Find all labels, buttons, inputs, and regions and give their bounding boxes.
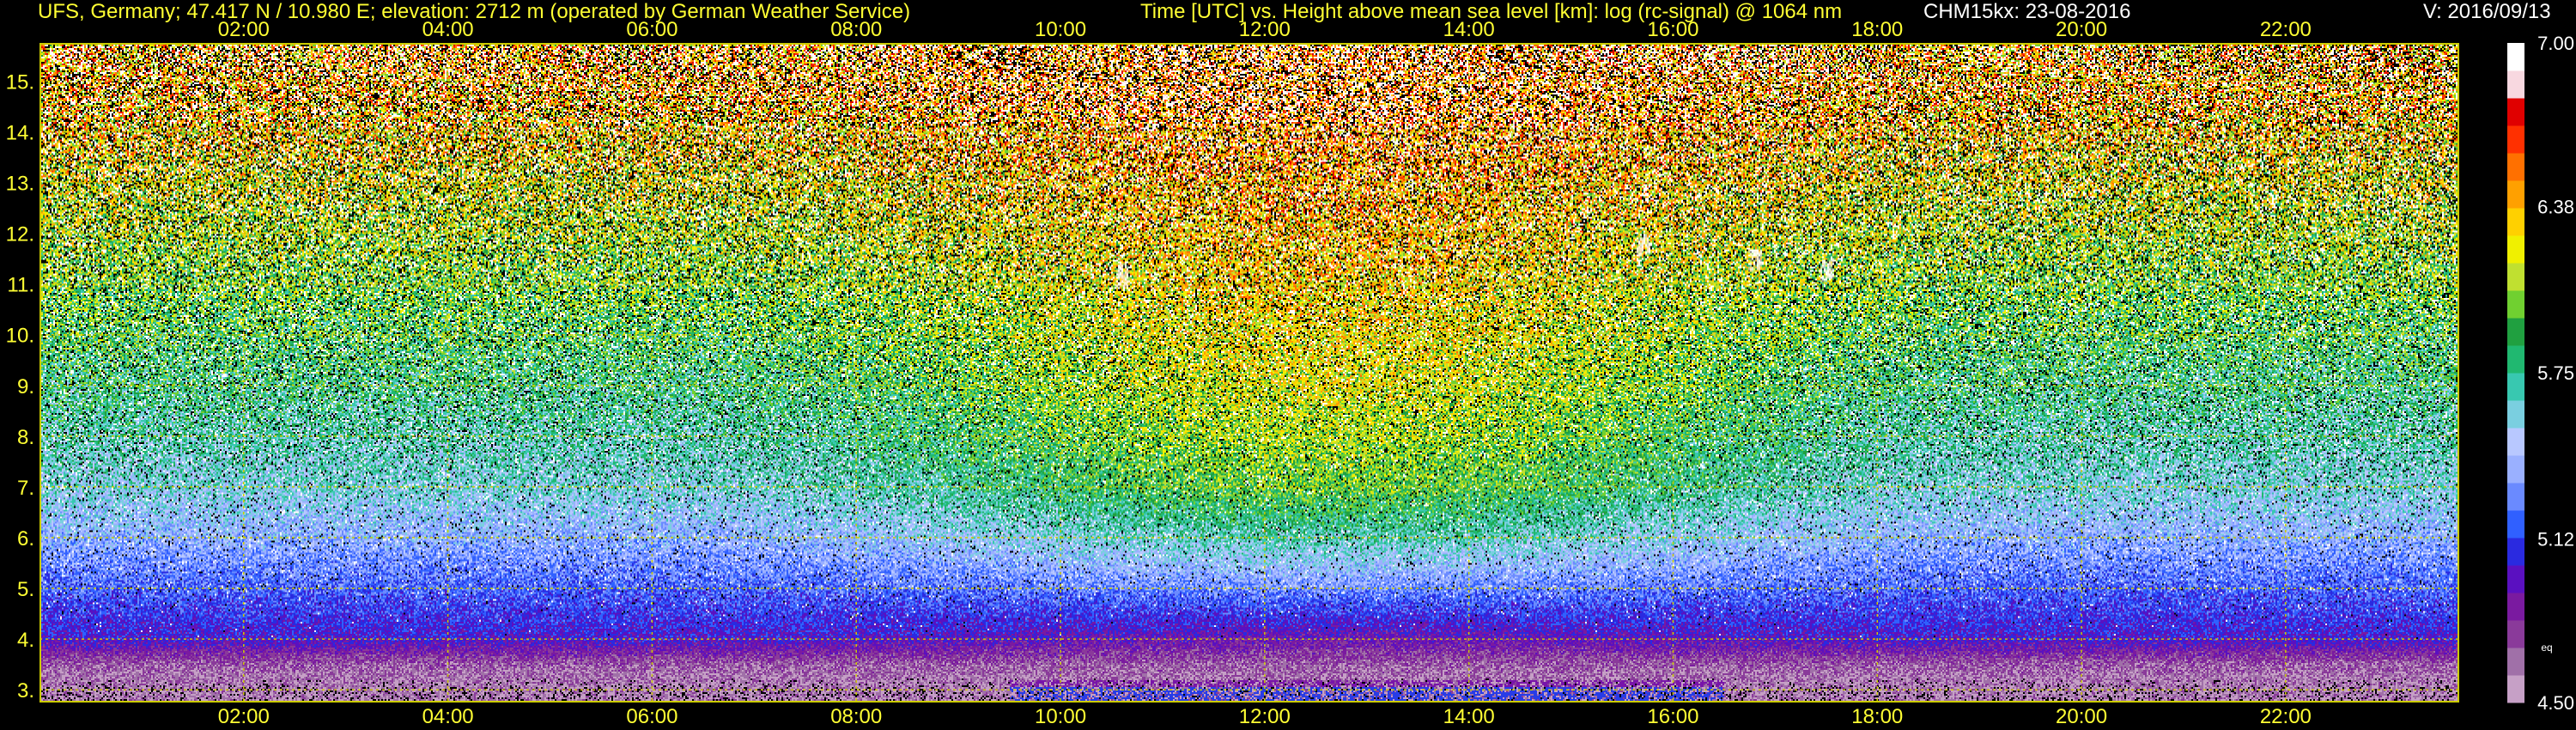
colorbar-segment [2507,483,2524,511]
x-tick-top-18:00: 18:00 [1851,18,1903,41]
colorbar-tick-6.38: 6.38 [2537,196,2574,217]
colorbar-segment [2507,235,2524,264]
x-tick-top-06:00: 06:00 [626,18,677,41]
y-tick-15: 15. [6,70,34,94]
x-tick-bottom-08:00: 08:00 [830,705,882,728]
colorbar-segment [2507,620,2524,648]
colorbar-segment [2507,648,2524,676]
y-tick-13: 13. [6,172,34,195]
colorbar-segment [2507,510,2524,538]
colorbar-segment [2507,125,2524,154]
y-tick-7: 7. [17,477,34,500]
colorbar-segment [2507,593,2524,621]
x-tick-bottom-04:00: 04:00 [422,705,474,728]
x-tick-top-22:00: 22:00 [2260,18,2312,41]
colorbar-segment [2507,455,2524,484]
x-tick-bottom-20:00: 20:00 [2056,705,2107,728]
colorbar-tick-7.00: 7.00 [2537,33,2574,54]
y-axis-ticks: 3. 4. 5. 6. 7. 8. 9. 10. 11. 12. 13. 14. 15. [6,70,34,703]
x-tick-bottom-10:00: 10:00 [1035,705,1086,728]
colorbar-segment [2507,70,2524,99]
x-tick-bottom-22:00: 22:00 [2260,705,2312,728]
y-tick-9: 9. [17,375,34,398]
colorbar-segment [2507,345,2524,374]
x-tick-bottom-16:00: 16:00 [1647,705,1698,728]
colorbar-tick-5.75: 5.75 [2537,362,2574,384]
x-tick-top-08:00: 08:00 [830,18,882,41]
colorbar-eq-label: eq [2541,642,2552,654]
x-tick-bottom-18:00: 18:00 [1851,705,1903,728]
colorbar-segment [2507,290,2524,319]
colorbar-segment [2507,263,2524,291]
x-tick-bottom-06:00: 06:00 [626,705,677,728]
y-tick-14: 14. [6,121,34,144]
colorbar-segment [2507,538,2524,566]
colorbar-segment [2507,98,2524,126]
colorbar-segment [2507,208,2524,236]
colorbar-segment [2507,565,2524,593]
y-tick-4: 4. [17,629,34,652]
colorbar-segment [2507,43,2524,71]
colorbar-segment [2507,428,2524,456]
y-tick-5: 5. [17,578,34,601]
colorbar-segment [2507,675,2524,703]
y-tick-10: 10. [6,325,34,348]
y-tick-12: 12. [6,223,34,246]
x-tick-bottom-14:00: 14:00 [1443,705,1495,728]
x-tick-bottom-02:00: 02:00 [218,705,270,728]
x-tick-top-10:00: 10:00 [1035,18,1086,41]
x-tick-top-02:00: 02:00 [218,18,270,41]
x-tick-top-20:00: 20:00 [2056,18,2107,41]
y-tick-6: 6. [17,527,34,551]
colorbar-tick-5.12: 5.12 [2537,529,2574,551]
colorbar-tick-4.50: 4.50 [2537,692,2574,714]
y-tick-8: 8. [17,426,34,449]
x-tick-bottom-12:00: 12:00 [1239,705,1291,728]
x-tick-top-12:00: 12:00 [1239,18,1291,41]
colorbar-segment [2507,180,2524,209]
y-tick-11: 11. [7,274,34,297]
colorbar-segment [2507,400,2524,429]
colorbar-segment [2507,373,2524,401]
colorbar-segment [2507,153,2524,181]
x-tick-top-14:00: 14:00 [1443,18,1495,41]
grid-layer [39,43,2459,703]
colorbar-segment [2507,318,2524,346]
colorbar: 4.50 5.12 5.75 6.38 7.00 eq [2507,33,2574,714]
chart-overlay: 02:00 02:00 04:00 04:00 06:00 06:00 08:00 08:00… [6,18,2574,728]
x-tick-top-16:00: 16:00 [1647,18,1698,41]
x-tick-top-04:00: 04:00 [422,18,474,41]
y-tick-3: 3. [17,679,34,703]
